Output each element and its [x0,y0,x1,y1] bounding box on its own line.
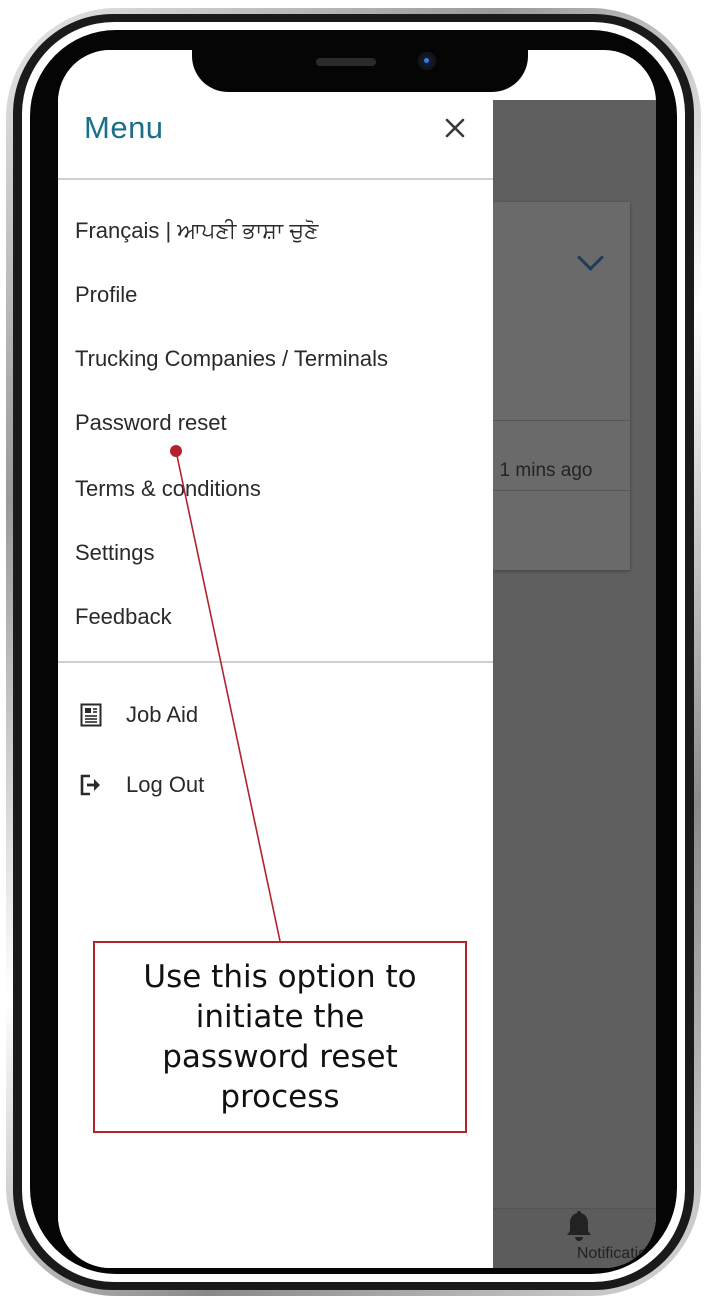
card-divider [493,490,630,491]
speaker-grille [316,58,376,66]
card-divider [493,420,630,421]
callout-box: Use this option to initiate the password… [93,941,467,1133]
menu-item-trucking-companies[interactable]: Trucking Companies / Terminals [75,346,388,372]
chevron-down-icon[interactable] [577,244,604,271]
menu-item-password-reset[interactable]: Password reset [75,410,227,436]
job-aid-label: Job Aid [126,702,199,727]
menu-item-language[interactable]: Français | ਆਪਣੀ ਭਾਸ਼ਾ ਚੁਣੋ [75,218,318,244]
front-camera-icon [418,52,436,70]
menu-header-divider [58,178,493,180]
stage: : 1 mins ago Notification Menu Français … [0,0,707,1304]
app-card: : 1 mins ago [489,202,630,570]
bottom-nav: Notification [493,1208,656,1268]
close-icon[interactable] [441,114,469,142]
notification-label[interactable]: Notification [493,1245,656,1263]
log-out-label: Log Out [126,772,205,797]
menu-item-log-out[interactable]: Log Out [80,770,204,800]
menu-item-profile[interactable]: Profile [75,282,137,308]
document-icon [80,703,102,727]
menu-item-settings[interactable]: Settings [75,540,155,566]
bell-icon[interactable] [565,1211,593,1243]
menu-section-divider [58,661,493,663]
menu-title: Menu [84,110,164,145]
menu-item-terms[interactable]: Terms & conditions [75,476,261,502]
menu-item-job-aid[interactable]: Job Aid [80,700,198,730]
callout-text: Use this option to initiate the password… [143,959,417,1115]
phone-notch [192,48,528,92]
time-ago-text: : 1 mins ago [489,460,593,481]
menu-item-feedback[interactable]: Feedback [75,604,172,630]
dimmed-app-overlay[interactable]: : 1 mins ago Notification [489,100,656,1268]
logout-icon [80,774,100,796]
